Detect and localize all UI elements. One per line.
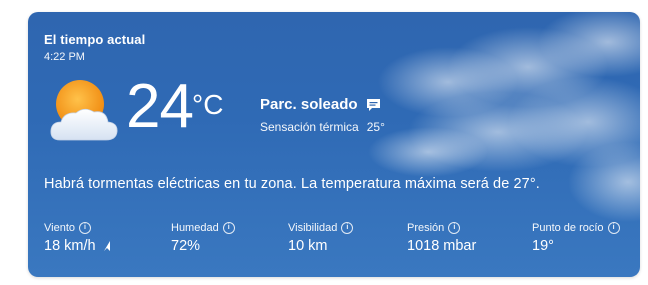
stat-wind[interactable]: Viento i 18 km/h <box>44 222 112 254</box>
info-icon[interactable]: i <box>607 222 620 234</box>
partly-sunny-icon <box>50 80 118 141</box>
stat-pressure[interactable]: Presión i 1018 mbar <box>407 222 476 254</box>
message-icon[interactable] <box>366 98 381 112</box>
stat-label: Punto de rocío <box>532 222 604 234</box>
stat-label: Viento <box>44 222 75 234</box>
feels-like-value: 25° <box>366 120 385 134</box>
info-icon[interactable]: i <box>222 222 235 234</box>
stat-dew-point[interactable]: Punto de rocío i 19° <box>532 222 620 254</box>
condition-label: Parc. soleado <box>260 96 358 113</box>
stat-value: 10 km <box>288 238 328 254</box>
feels-like: Sensación térmica 25° <box>260 120 385 134</box>
stat-label: Humedad <box>171 222 219 234</box>
wind-direction-icon <box>103 241 110 251</box>
stat-value: 72% <box>171 238 201 254</box>
info-icon[interactable]: i <box>448 222 461 234</box>
feels-like-label: Sensación térmica <box>260 120 359 134</box>
stat-value: 18 km/h <box>44 238 96 254</box>
current-weather-card[interactable]: El tiempo actual 4:22 PM 24 °C Parc. sol… <box>28 12 640 277</box>
weather-condition[interactable]: Parc. soleado <box>260 96 381 113</box>
stat-visibility[interactable]: Visibilidad i 10 km <box>288 222 354 254</box>
info-icon[interactable]: i <box>341 222 354 234</box>
stat-value: 19° <box>532 238 554 254</box>
stat-humidity[interactable]: Humedad i 72% <box>171 222 235 254</box>
current-temperature: 24 <box>126 72 194 141</box>
stat-label: Visibilidad <box>288 222 338 234</box>
temperature-unit: °C <box>192 89 224 120</box>
weather-summary: Habrá tormentas eléctricas en tu zona. L… <box>44 176 540 192</box>
info-icon[interactable]: i <box>79 222 91 234</box>
update-time: 4:22 PM <box>44 51 85 63</box>
card-title: El tiempo actual <box>44 32 146 47</box>
stat-value: 1018 mbar <box>407 238 477 254</box>
stat-label: Presión <box>407 222 445 234</box>
